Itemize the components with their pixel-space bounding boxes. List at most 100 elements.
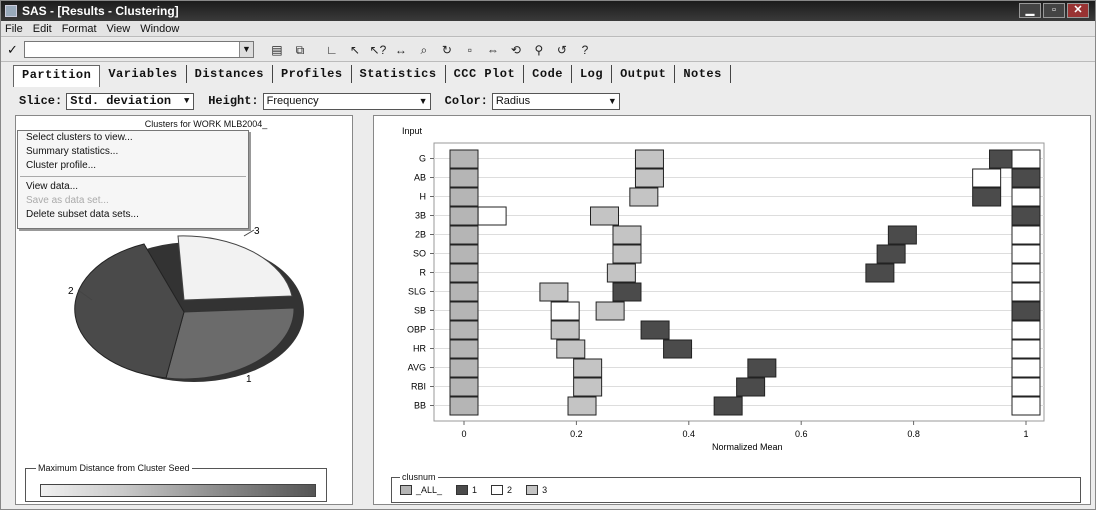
pointer-icon[interactable]: ↖ bbox=[346, 42, 364, 58]
legend-item-all: _ALL_ bbox=[400, 485, 442, 495]
chevron-down-icon[interactable]: ▼ bbox=[606, 94, 619, 109]
search-icon[interactable]: ⚲ bbox=[530, 42, 548, 58]
axis-icon[interactable]: ∟ bbox=[323, 42, 341, 58]
mark-cluster-_ALL_-3B bbox=[449, 206, 479, 226]
legend-label: 1 bbox=[472, 485, 478, 495]
mark-cluster-_ALL_-SO bbox=[449, 244, 479, 264]
select-icon[interactable]: ▫ bbox=[461, 42, 479, 58]
menu-view[interactable]: View bbox=[107, 23, 131, 35]
menu-window[interactable]: Window bbox=[140, 23, 179, 35]
mark-cluster-2-SLG bbox=[1011, 282, 1041, 302]
pie-leader-3 bbox=[243, 229, 255, 237]
mark-cluster-2-3B bbox=[477, 206, 507, 226]
chevron-down-icon[interactable]: ▼ bbox=[238, 42, 253, 57]
title-bar: SAS - [Results - Clustering] ▁ ▫ ✕ bbox=[1, 1, 1095, 21]
menu-item-delete-subset[interactable]: Delete subset data sets... bbox=[18, 208, 248, 222]
height-value: Frequency bbox=[266, 94, 319, 107]
pie-label-2: 2 bbox=[68, 286, 74, 297]
mark-cluster-3-AVG bbox=[573, 358, 603, 378]
chart-marks bbox=[449, 149, 1041, 416]
chevron-down-icon[interactable]: ▼ bbox=[417, 94, 430, 109]
slice-select[interactable]: Std. deviation ▼ bbox=[66, 92, 195, 110]
menu-item-select-clusters[interactable]: Select clusters to view... bbox=[18, 131, 248, 145]
tab-notes[interactable]: Notes bbox=[675, 65, 731, 83]
mark-cluster-_ALL_-RBI bbox=[449, 377, 479, 397]
close-button[interactable]: ✕ bbox=[1067, 3, 1089, 18]
check-icon[interactable]: ✓ bbox=[7, 42, 18, 58]
menu-item-view-data[interactable]: View data... bbox=[18, 180, 248, 194]
menu-edit[interactable]: Edit bbox=[33, 23, 52, 35]
menu-item-cluster-profile[interactable]: Cluster profile... bbox=[18, 159, 248, 173]
mark-cluster-3-SO bbox=[612, 244, 642, 264]
color-select[interactable]: Radius ▼ bbox=[491, 92, 620, 110]
pan-icon[interactable]: ⇔ bbox=[484, 42, 502, 58]
mark-cluster-1-RBI bbox=[736, 377, 766, 397]
copy-icon[interactable]: ⧉ bbox=[291, 42, 309, 58]
tab-output[interactable]: Output bbox=[612, 65, 676, 83]
y-tick-label: RBI bbox=[411, 382, 426, 392]
y-tick-label: BB bbox=[414, 401, 426, 411]
x-tick-label: 0.4 bbox=[683, 429, 696, 439]
mark-cluster-3-AB bbox=[634, 168, 664, 188]
legend-swatch bbox=[456, 485, 469, 495]
tab-ccc-plot[interactable]: CCC Plot bbox=[446, 65, 525, 83]
tab-partition[interactable]: Partition bbox=[13, 65, 101, 87]
mark-cluster-3-BB bbox=[567, 396, 597, 416]
mark-cluster-2-R bbox=[1011, 263, 1041, 283]
mark-cluster-_ALL_-SLG bbox=[449, 282, 479, 302]
legend-item-1: 1 bbox=[456, 485, 477, 495]
help-pointer-icon[interactable]: ↖? bbox=[369, 42, 387, 58]
pie-slice-1[interactable] bbox=[165, 307, 295, 380]
menu-bar: File Edit Format View Window bbox=[1, 21, 1095, 37]
mark-cluster-3-HR bbox=[556, 339, 586, 359]
y-tick-label: OBP bbox=[407, 325, 426, 335]
mark-cluster-_ALL_-AVG bbox=[449, 358, 479, 378]
help-icon[interactable]: ? bbox=[576, 42, 594, 58]
y-tick-label: HR bbox=[413, 344, 426, 354]
mark-cluster-_ALL_-G bbox=[449, 149, 479, 169]
height-select[interactable]: Frequency ▼ bbox=[262, 92, 431, 110]
reset-icon[interactable]: ⟲ bbox=[507, 42, 525, 58]
mark-cluster-3-G bbox=[634, 149, 664, 169]
tab-log[interactable]: Log bbox=[572, 65, 613, 83]
tab-profiles[interactable]: Profiles bbox=[273, 65, 352, 83]
tab-statistics[interactable]: Statistics bbox=[352, 65, 446, 83]
tab-distances[interactable]: Distances bbox=[187, 65, 273, 83]
reload-icon[interactable]: ↺ bbox=[553, 42, 571, 58]
profile-chart-panel: Input Normalized Mean G AB H 3B 2B SO R SLG SB OB… bbox=[373, 115, 1091, 505]
y-tick-label: SLG bbox=[408, 287, 426, 297]
menu-item-summary-statistics[interactable]: Summary statistics... bbox=[18, 145, 248, 159]
color-value: Radius bbox=[495, 94, 531, 107]
y-tick-label: 3B bbox=[415, 211, 426, 221]
legend-swatch bbox=[400, 485, 412, 495]
x-tick-label: 0.6 bbox=[795, 429, 808, 439]
command-input[interactable]: ▼ bbox=[23, 41, 254, 58]
mark-cluster-1-SB bbox=[1011, 301, 1041, 321]
pie-slice-3[interactable] bbox=[177, 235, 293, 301]
mark-cluster-_ALL_-BB bbox=[449, 396, 479, 416]
mark-cluster-_ALL_-HR bbox=[449, 339, 479, 359]
x-tick-label: 1 bbox=[1023, 429, 1028, 439]
y-tick-label: H bbox=[420, 192, 427, 202]
mark-cluster-1-3B bbox=[1011, 206, 1041, 226]
y-tick-label: R bbox=[420, 268, 427, 278]
mark-cluster-2-RBI bbox=[1011, 377, 1041, 397]
tab-code[interactable]: Code bbox=[524, 65, 572, 83]
mark-cluster-3-H bbox=[629, 187, 659, 207]
mark-cluster-1-H bbox=[972, 187, 1002, 207]
rotate-icon[interactable]: ↻ bbox=[438, 42, 456, 58]
menu-file[interactable]: File bbox=[5, 23, 23, 35]
print-icon[interactable]: ▤ bbox=[268, 42, 286, 58]
mark-cluster-_ALL_-AB bbox=[449, 168, 479, 188]
legend-item-2: 2 bbox=[491, 485, 512, 495]
menu-format[interactable]: Format bbox=[62, 23, 97, 35]
distance-gradient-bar bbox=[40, 484, 316, 497]
tab-variables[interactable]: Variables bbox=[100, 65, 187, 83]
mark-cluster-1-OBP bbox=[640, 320, 670, 340]
maximize-button[interactable]: ▫ bbox=[1043, 3, 1065, 18]
move-icon[interactable]: ↔ bbox=[392, 42, 410, 58]
minimize-button[interactable]: ▁ bbox=[1019, 3, 1041, 18]
zoom-icon[interactable]: ⌕ bbox=[415, 42, 433, 58]
chevron-down-icon[interactable]: ▼ bbox=[180, 94, 193, 109]
mark-cluster-3-SLG bbox=[539, 282, 569, 302]
